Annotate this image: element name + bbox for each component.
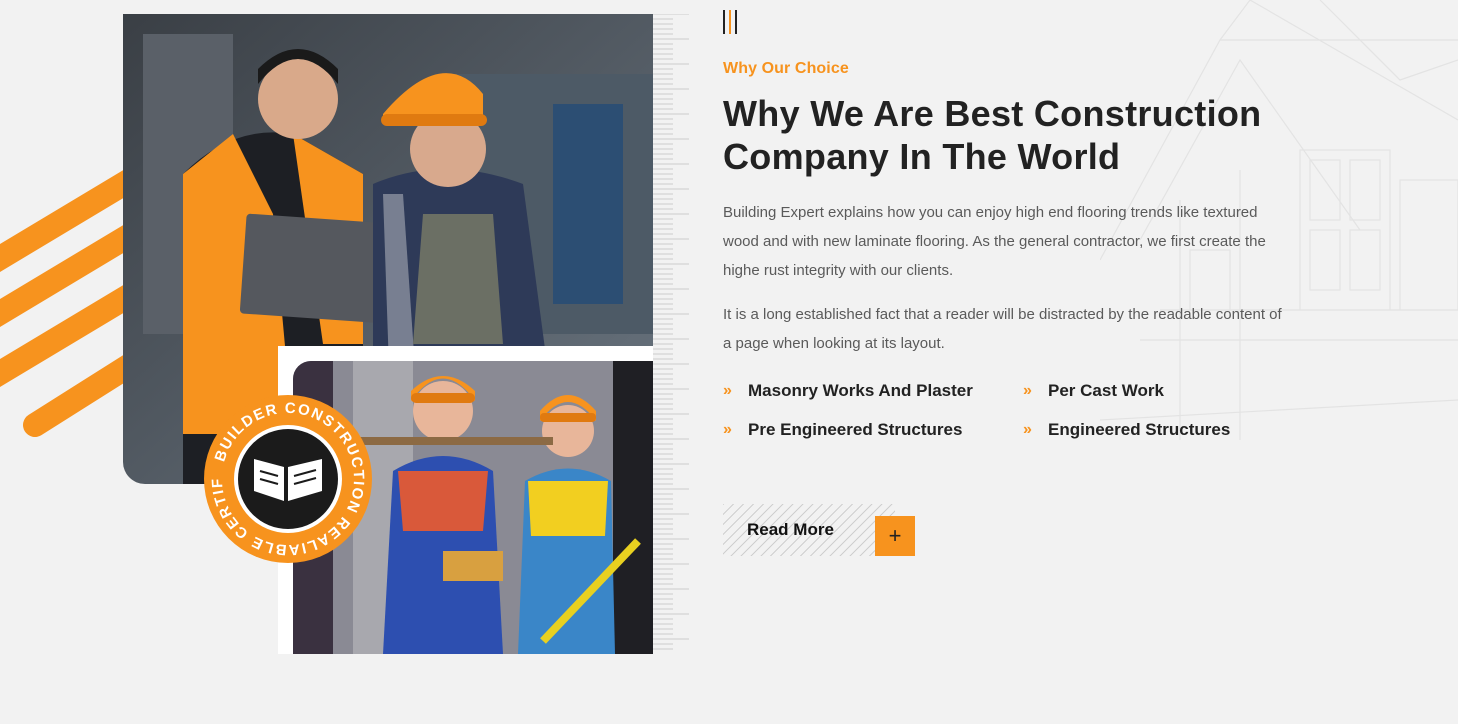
feature-label: Engineered Structures: [1048, 420, 1231, 439]
section-subtitle: Why Our Choice: [723, 60, 849, 77]
feature-item: » Engineered Structures: [1023, 419, 1283, 441]
double-chevron-right-icon: »: [1023, 382, 1032, 399]
double-chevron-right-icon: »: [1023, 421, 1032, 438]
section-title: Why We Are Best Construction Company In …: [723, 93, 1262, 177]
feature-label: Pre Engineered Structures: [748, 420, 963, 439]
feature-item: » Pre Engineered Structures: [723, 419, 1023, 441]
paragraph-2: It is a long established fact that a rea…: [723, 306, 1282, 352]
read-more-button[interactable]: Read More +: [723, 504, 915, 556]
builder-construction-badge: BUILDER CONSTRUCTION REALIABLE CERTIFIED: [202, 393, 372, 563]
feature-label: Per Cast Work: [1048, 381, 1164, 400]
ruler-decoration: [653, 14, 689, 650]
feature-label: Masonry Works And Plaster: [748, 381, 973, 400]
feature-list: » Masonry Works And Plaster » Per Cast W…: [723, 380, 1303, 441]
plus-icon[interactable]: +: [875, 516, 915, 556]
read-more-label: Read More: [747, 520, 834, 539]
feature-item: » Masonry Works And Plaster: [723, 380, 1023, 402]
paragraph-1: Building Expert explains how you can enj…: [723, 204, 1266, 279]
double-chevron-right-icon: »: [723, 421, 732, 438]
double-chevron-right-icon: »: [723, 382, 732, 399]
title-decoration-lines: [723, 10, 1303, 34]
why-choose-section: Why Our Choice Why We Are Best Construct…: [723, 10, 1303, 441]
feature-item: » Per Cast Work: [1023, 380, 1283, 402]
